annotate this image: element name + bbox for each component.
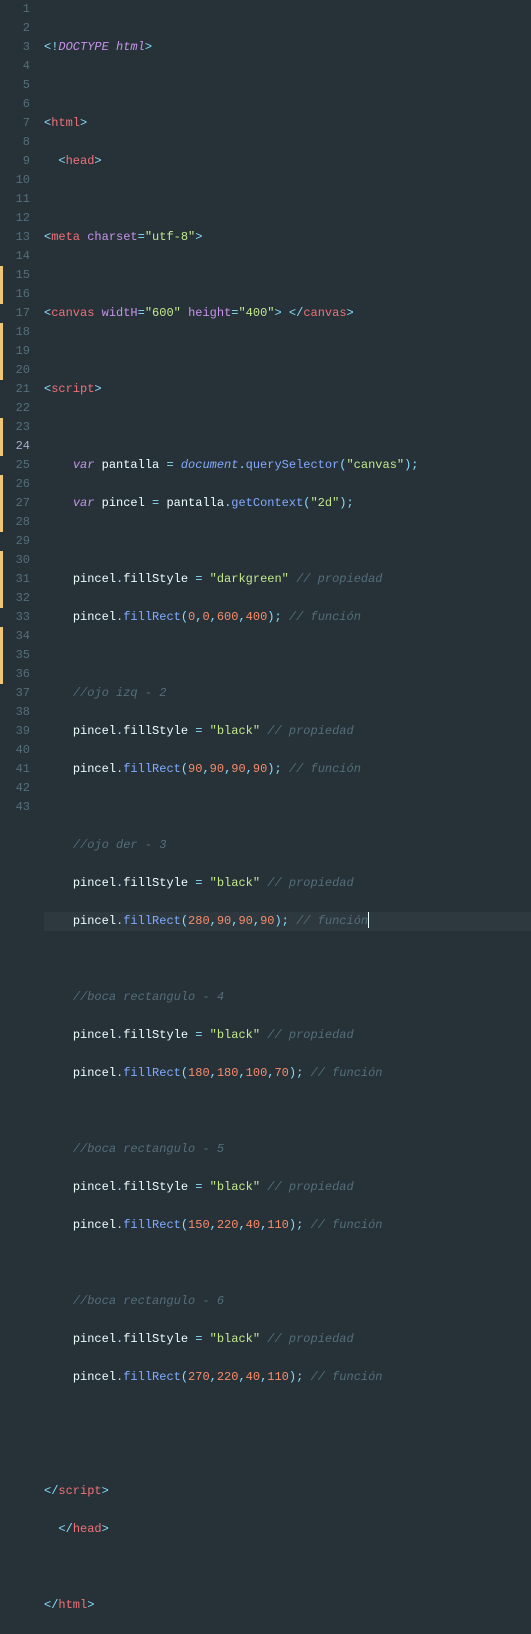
line-number: 14 — [8, 247, 30, 266]
code-line: //boca rectangulo - 4 — [44, 988, 531, 1007]
line-number: 42 — [8, 779, 30, 798]
code-line — [44, 190, 531, 209]
code-line: pincel.fillRect(150,220,40,110); // func… — [44, 1216, 531, 1235]
code-line: </html> — [44, 1596, 531, 1615]
code-line: </head> — [44, 1520, 531, 1539]
code-line: var pantalla = document.querySelector("c… — [44, 456, 531, 475]
line-number: 18 — [8, 323, 30, 342]
code-line: var pincel = pantalla.getContext("2d"); — [44, 494, 531, 513]
line-number: 2 — [8, 19, 30, 38]
line-number: 37 — [8, 684, 30, 703]
line-number: 11 — [8, 190, 30, 209]
code-line — [44, 646, 531, 665]
line-number: 22 — [8, 399, 30, 418]
line-number: 17 — [8, 304, 30, 323]
code-line — [44, 76, 531, 95]
line-number: 8 — [8, 133, 30, 152]
code-line — [44, 950, 531, 969]
line-number: 7 — [8, 114, 30, 133]
vertical-scrollbar[interactable] — [519, 0, 529, 817]
line-number: 15 — [8, 266, 30, 285]
line-number: 3 — [8, 38, 30, 57]
code-line: pincel.fillRect(0,0,600,400); // función — [44, 608, 531, 627]
line-number: 20 — [8, 361, 30, 380]
code-line — [44, 798, 531, 817]
code-line — [44, 1102, 531, 1121]
line-number: 19 — [8, 342, 30, 361]
code-line: pincel.fillRect(90,90,90,90); // función — [44, 760, 531, 779]
line-number: 27 — [8, 494, 30, 513]
line-number: 39 — [8, 722, 30, 741]
line-number: 38 — [8, 703, 30, 722]
text-cursor — [368, 912, 369, 928]
code-line — [44, 1444, 531, 1463]
line-number: 4 — [8, 57, 30, 76]
line-number: 6 — [8, 95, 30, 114]
code-line: //boca rectangulo - 6 — [44, 1292, 531, 1311]
code-line: pincel.fillStyle = "black" // propiedad — [44, 722, 531, 741]
line-number: 26 — [8, 475, 30, 494]
code-line: pincel.fillStyle = "darkgreen" // propie… — [44, 570, 531, 589]
code-line: <!DOCTYPE html> — [44, 38, 531, 57]
line-number: 13 — [8, 228, 30, 247]
code-line: pincel.fillStyle = "black" // propiedad — [44, 874, 531, 893]
line-number: 32 — [8, 589, 30, 608]
line-number: 43 — [8, 798, 30, 817]
line-number: 25 — [8, 456, 30, 475]
code-line: //ojo der - 3 — [44, 836, 531, 855]
code-line: pincel.fillStyle = "black" // propiedad — [44, 1330, 531, 1349]
line-number: 10 — [8, 171, 30, 190]
code-line — [44, 342, 531, 361]
code-line — [44, 532, 531, 551]
line-number: 28 — [8, 513, 30, 532]
code-line: pincel.fillRect(280,90,90,90); // funció… — [44, 912, 531, 931]
code-editor-area[interactable]: <!DOCTYPE html> <html> <head> <meta char… — [44, 0, 531, 817]
line-number: 23 — [8, 418, 30, 437]
code-line: pincel.fillStyle = "black" // propiedad — [44, 1178, 531, 1197]
line-number-gutter: 1234567891011121314151617181920212223242… — [0, 0, 44, 817]
line-number: 12 — [8, 209, 30, 228]
line-number: 34 — [8, 627, 30, 646]
line-number: 29 — [8, 532, 30, 551]
line-number: 36 — [8, 665, 30, 684]
line-number: 1 — [8, 0, 30, 19]
code-line — [44, 266, 531, 285]
line-number: 40 — [8, 741, 30, 760]
code-line: <script> — [44, 380, 531, 399]
line-number: 16 — [8, 285, 30, 304]
line-number: 30 — [8, 551, 30, 570]
line-number: 9 — [8, 152, 30, 171]
code-line — [44, 1558, 531, 1577]
line-number: 21 — [8, 380, 30, 399]
code-line: <head> — [44, 152, 531, 171]
code-line — [44, 418, 531, 437]
code-line: <html> — [44, 114, 531, 133]
line-number: 33 — [8, 608, 30, 627]
line-number: 35 — [8, 646, 30, 665]
code-line — [44, 1254, 531, 1273]
code-line: </script> — [44, 1482, 531, 1501]
line-number: 24 — [8, 437, 30, 456]
code-line: <canvas widtH="600" height="400"> </canv… — [44, 304, 531, 323]
line-number: 5 — [8, 76, 30, 95]
code-line: <meta charset="utf-8"> — [44, 228, 531, 247]
code-line: pincel.fillStyle = "black" // propiedad — [44, 1026, 531, 1045]
code-line: pincel.fillRect(180,180,100,70); // func… — [44, 1064, 531, 1083]
code-line — [44, 1406, 531, 1425]
line-number: 31 — [8, 570, 30, 589]
code-line: pincel.fillRect(270,220,40,110); // func… — [44, 1368, 531, 1387]
code-line: //boca rectangulo - 5 — [44, 1140, 531, 1159]
line-number: 41 — [8, 760, 30, 779]
code-line: //ojo izq - 2 — [44, 684, 531, 703]
